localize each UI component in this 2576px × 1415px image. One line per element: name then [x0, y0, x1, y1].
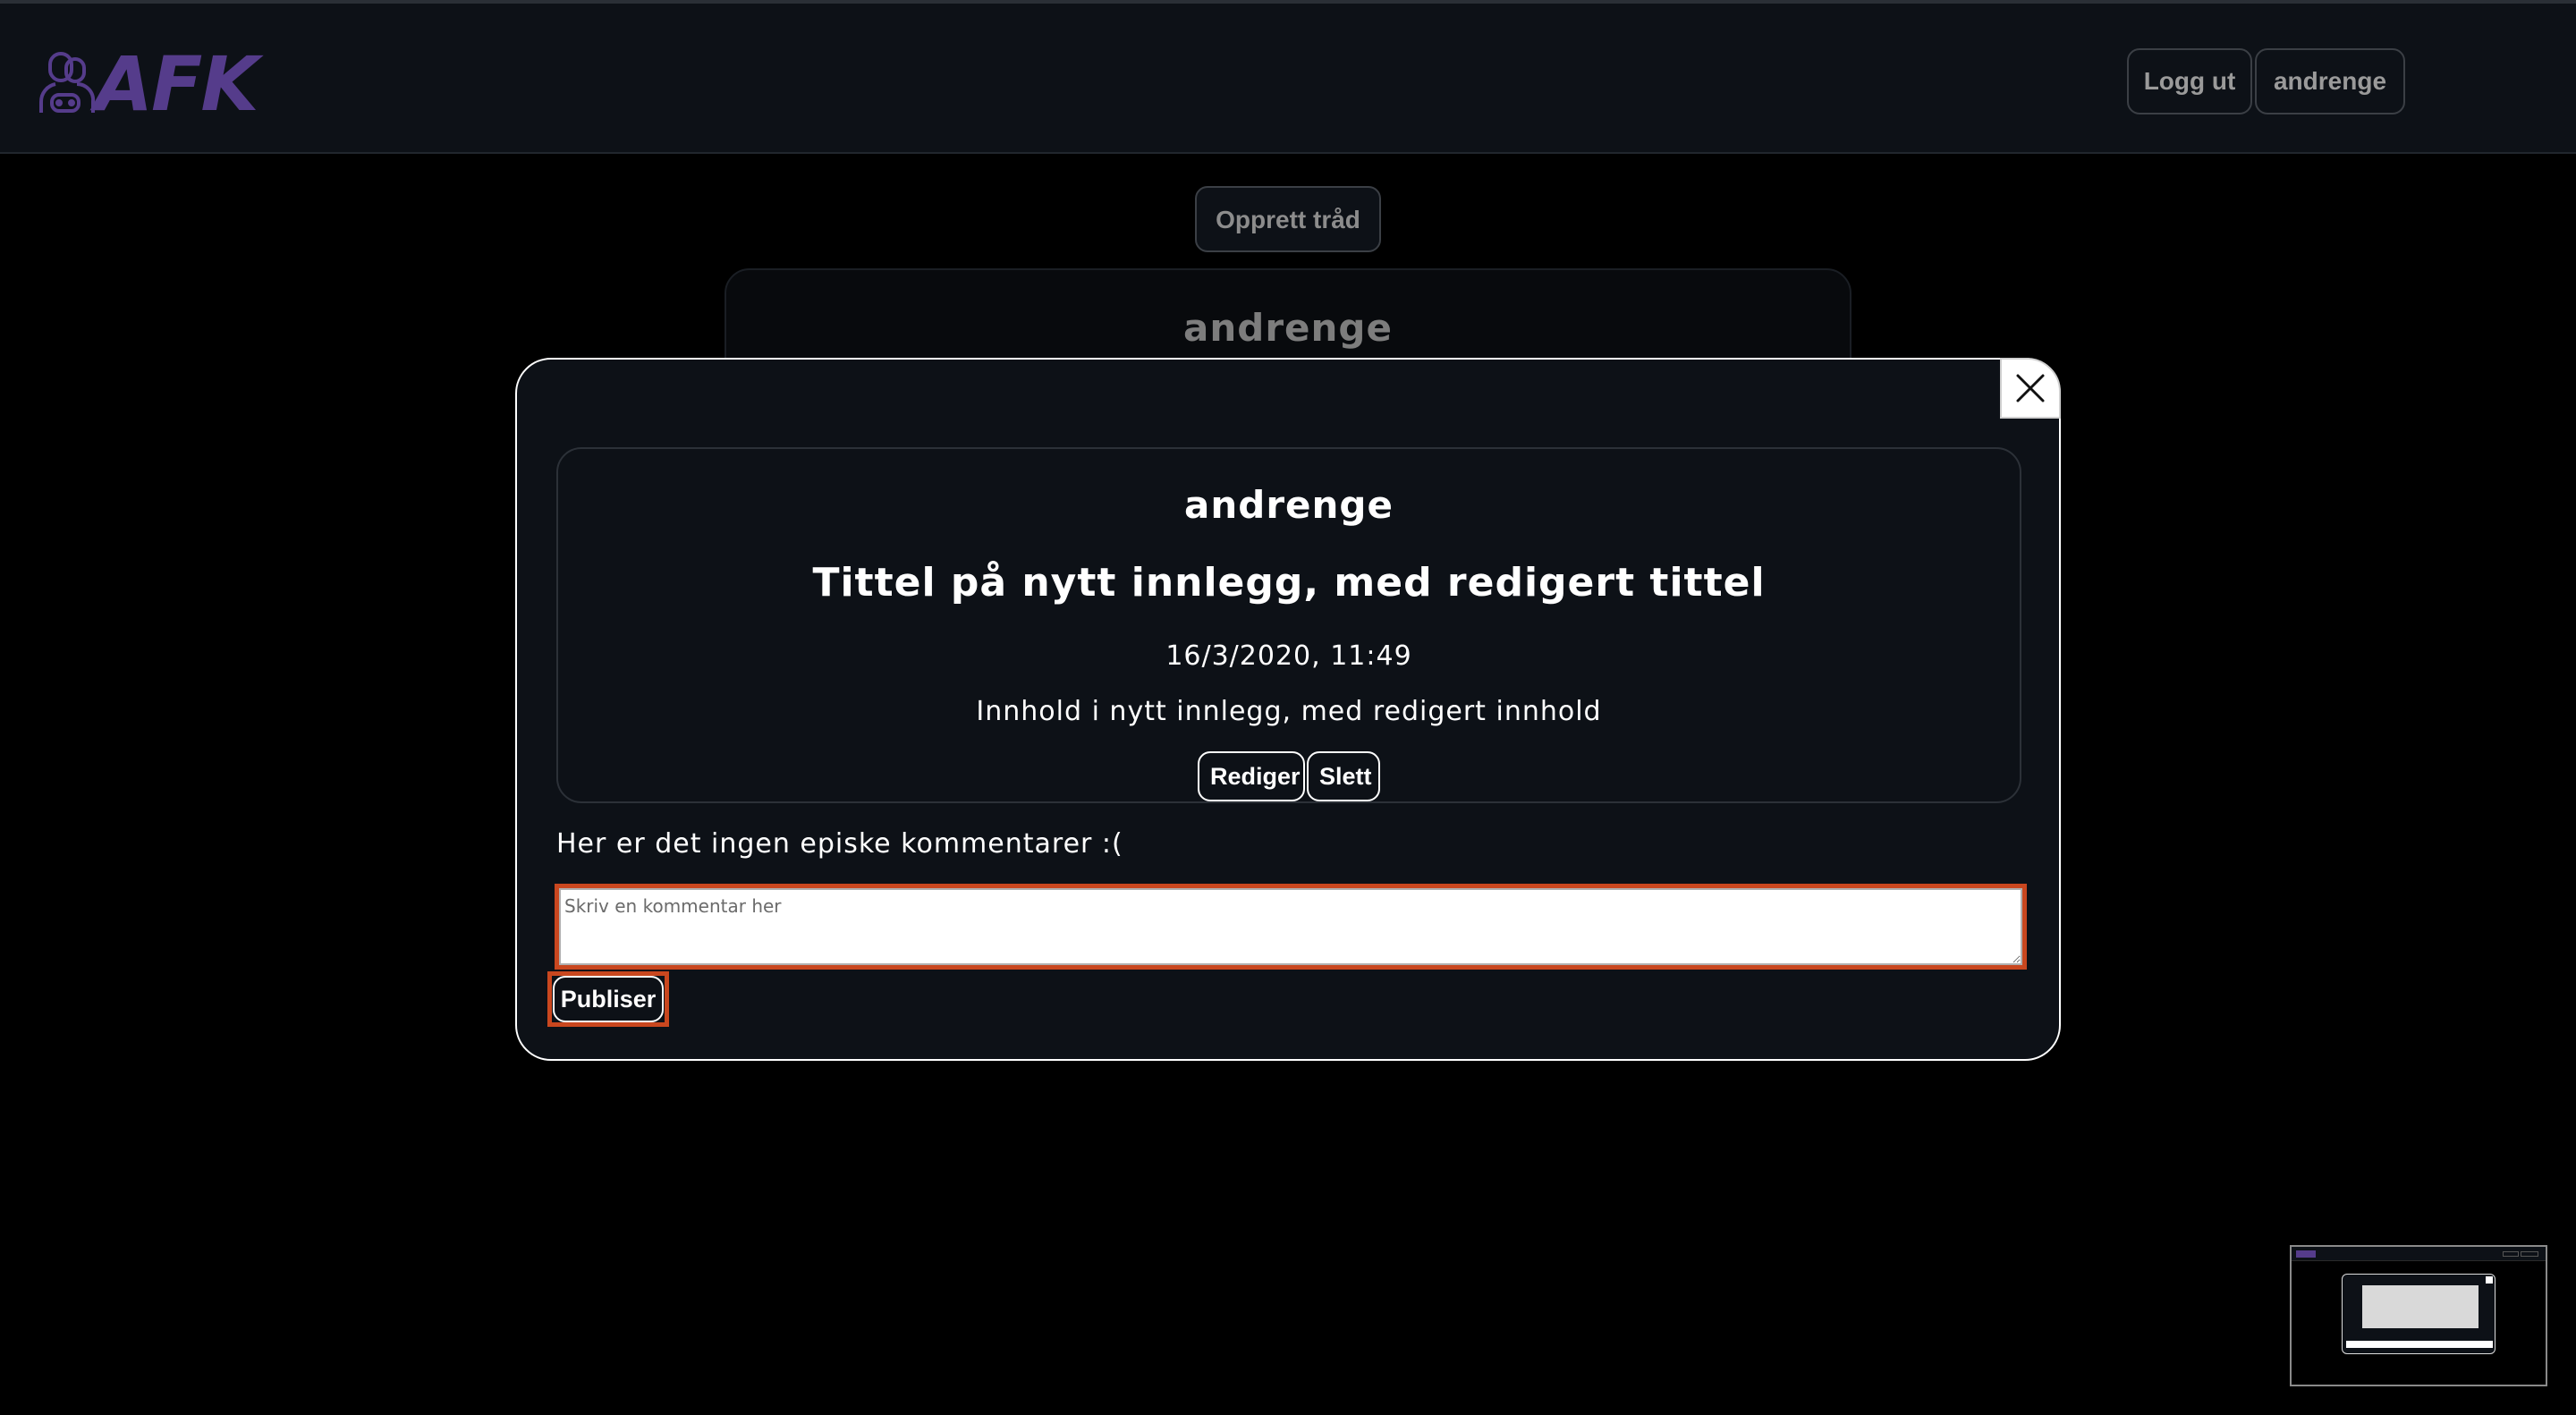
- modal-close-button[interactable]: [2000, 358, 2061, 419]
- create-thread-button[interactable]: Opprett tråd: [1195, 186, 1381, 252]
- post-actions: Rediger Slett: [558, 751, 2020, 801]
- no-comments-message: Her er det ingen episke kommentarer :(: [556, 828, 1123, 860]
- post-content: Innhold i nytt innlegg, med redigert inn…: [976, 696, 1602, 727]
- logout-button[interactable]: Logg ut: [2127, 48, 2252, 114]
- close-icon: [2016, 374, 2045, 402]
- publish-comment-button[interactable]: Publiser: [553, 976, 664, 1022]
- thumbnail-user: [2521, 1251, 2538, 1257]
- user-profile-button[interactable]: andrenge: [2255, 48, 2405, 114]
- thumbnail-input: [2346, 1341, 2493, 1348]
- post-title: Tittel på nytt innlegg, med redigert tit…: [812, 560, 1766, 606]
- logo-text: AFK: [95, 40, 258, 128]
- delete-post-button[interactable]: Slett: [1307, 751, 1380, 801]
- background-post-author: andrenge: [1183, 306, 1393, 350]
- thumbnail-close: [2486, 1276, 2493, 1284]
- page-thumbnail[interactable]: [2290, 1245, 2547, 1386]
- publish-button-highlight: Publiser: [547, 971, 669, 1027]
- thumbnail-logout: [2503, 1251, 2519, 1257]
- thumbnail-card: [2362, 1285, 2479, 1328]
- thumbnail-modal: [2342, 1274, 2496, 1354]
- thumbnail-logo: [2296, 1250, 2316, 1258]
- post-card: andrenge Tittel på nytt innlegg, med red…: [556, 447, 2021, 803]
- comment-input[interactable]: [559, 888, 2022, 965]
- post-author: andrenge: [1184, 483, 1394, 527]
- post-date: 16/3/2020, 11:49: [1165, 640, 1412, 672]
- site-logo[interactable]: AFK: [32, 40, 292, 128]
- site-header: AFK Logg ut andrenge: [0, 0, 2576, 154]
- comment-input-highlight: [555, 884, 2027, 970]
- thumbnail-header: [2292, 1247, 2546, 1261]
- gamers-logo-icon: [38, 52, 96, 113]
- edit-post-button[interactable]: Rediger: [1198, 751, 1305, 801]
- post-modal: andrenge Tittel på nytt innlegg, med red…: [515, 358, 2061, 1061]
